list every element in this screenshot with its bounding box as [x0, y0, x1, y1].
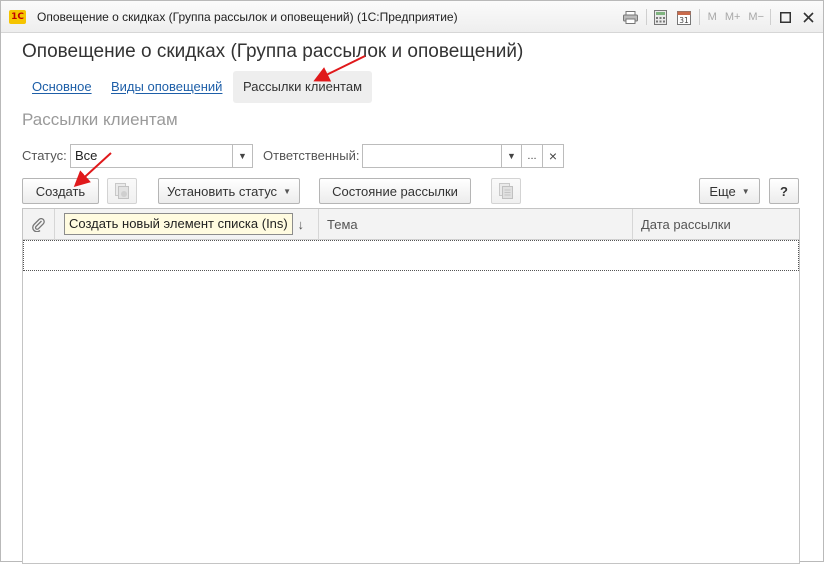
- table-row[interactable]: [23, 240, 799, 271]
- status-field[interactable]: Все: [70, 144, 233, 168]
- more-menu-button[interactable]: Еще ▼: [699, 178, 760, 204]
- tab-notification-types[interactable]: Виды оповещений: [111, 71, 222, 103]
- chevron-down-icon: ▼: [741, 186, 750, 196]
- toolbar-separator: [770, 9, 771, 25]
- tab-client-mailings[interactable]: Рассылки клиентам: [233, 71, 373, 103]
- create-button[interactable]: Создать: [22, 178, 99, 204]
- copy-icon: [115, 183, 129, 199]
- chevron-down-icon: ▼: [507, 151, 516, 161]
- responsible-label: Ответственный:: [263, 148, 360, 163]
- close-icon[interactable]: [799, 8, 817, 26]
- window-title: Оповещение о скидках (Группа рассылок и …: [37, 10, 458, 24]
- document-copy-icon: [499, 183, 513, 199]
- memory-m-button[interactable]: M: [708, 11, 717, 23]
- set-status-button[interactable]: Установить статус ▼: [158, 178, 300, 204]
- calculator-icon[interactable]: [652, 8, 670, 26]
- set-status-label: Установить статус: [167, 183, 278, 199]
- title-bar-tools: 31 M M+ M−: [617, 7, 817, 27]
- report-button[interactable]: [491, 178, 521, 204]
- maximize-icon[interactable]: [776, 8, 794, 26]
- calendar-icon[interactable]: 31: [675, 8, 693, 26]
- paperclip-icon: [32, 218, 45, 232]
- app-logo: 1С: [9, 10, 26, 24]
- status-dropdown-button[interactable]: ▼: [232, 144, 253, 168]
- attachment-column-header[interactable]: [23, 209, 55, 240]
- more-menu-label: Еще: [709, 183, 736, 199]
- title-bar: 1С Оповещение о скидках (Группа рассылок…: [1, 1, 823, 33]
- tab-main[interactable]: Основное: [32, 71, 92, 103]
- sort-indicator: ↓: [297, 217, 305, 232]
- toolbar-separator: [645, 9, 647, 25]
- section-title: Рассылки клиентам: [22, 110, 178, 129]
- column-header-subject[interactable]: Тема: [319, 209, 633, 240]
- form-title: Оповещение о скидках (Группа рассылок и …: [22, 41, 524, 62]
- help-button[interactable]: ?: [769, 178, 799, 204]
- status-label: Статус:: [22, 148, 67, 163]
- memory-plus-button[interactable]: M+: [725, 11, 741, 23]
- memory-minus-button[interactable]: M−: [748, 11, 764, 23]
- app-window: 1С Оповещение о скидках (Группа рассылок…: [0, 0, 824, 564]
- mailing-state-button[interactable]: Состояние рассылки: [319, 178, 471, 204]
- responsible-select-button[interactable]: ...: [521, 144, 543, 168]
- chevron-down-icon: ▼: [283, 186, 291, 196]
- print-icon[interactable]: [622, 8, 640, 26]
- copy-button[interactable]: [107, 178, 137, 204]
- column-header-mailing-date[interactable]: Дата рассылки: [633, 209, 799, 240]
- calendar-day-text: 31: [679, 15, 689, 24]
- responsible-clear-button[interactable]: ×: [542, 144, 564, 168]
- toolbar-separator: [698, 9, 700, 25]
- chevron-down-icon: ▼: [238, 151, 247, 161]
- responsible-field[interactable]: [362, 144, 502, 168]
- responsible-dropdown-button[interactable]: ▼: [501, 144, 522, 168]
- create-tooltip: Создать новый элемент списка (Ins): [64, 213, 293, 235]
- mailings-table: ↓ Тема Дата рассылки: [22, 208, 800, 564]
